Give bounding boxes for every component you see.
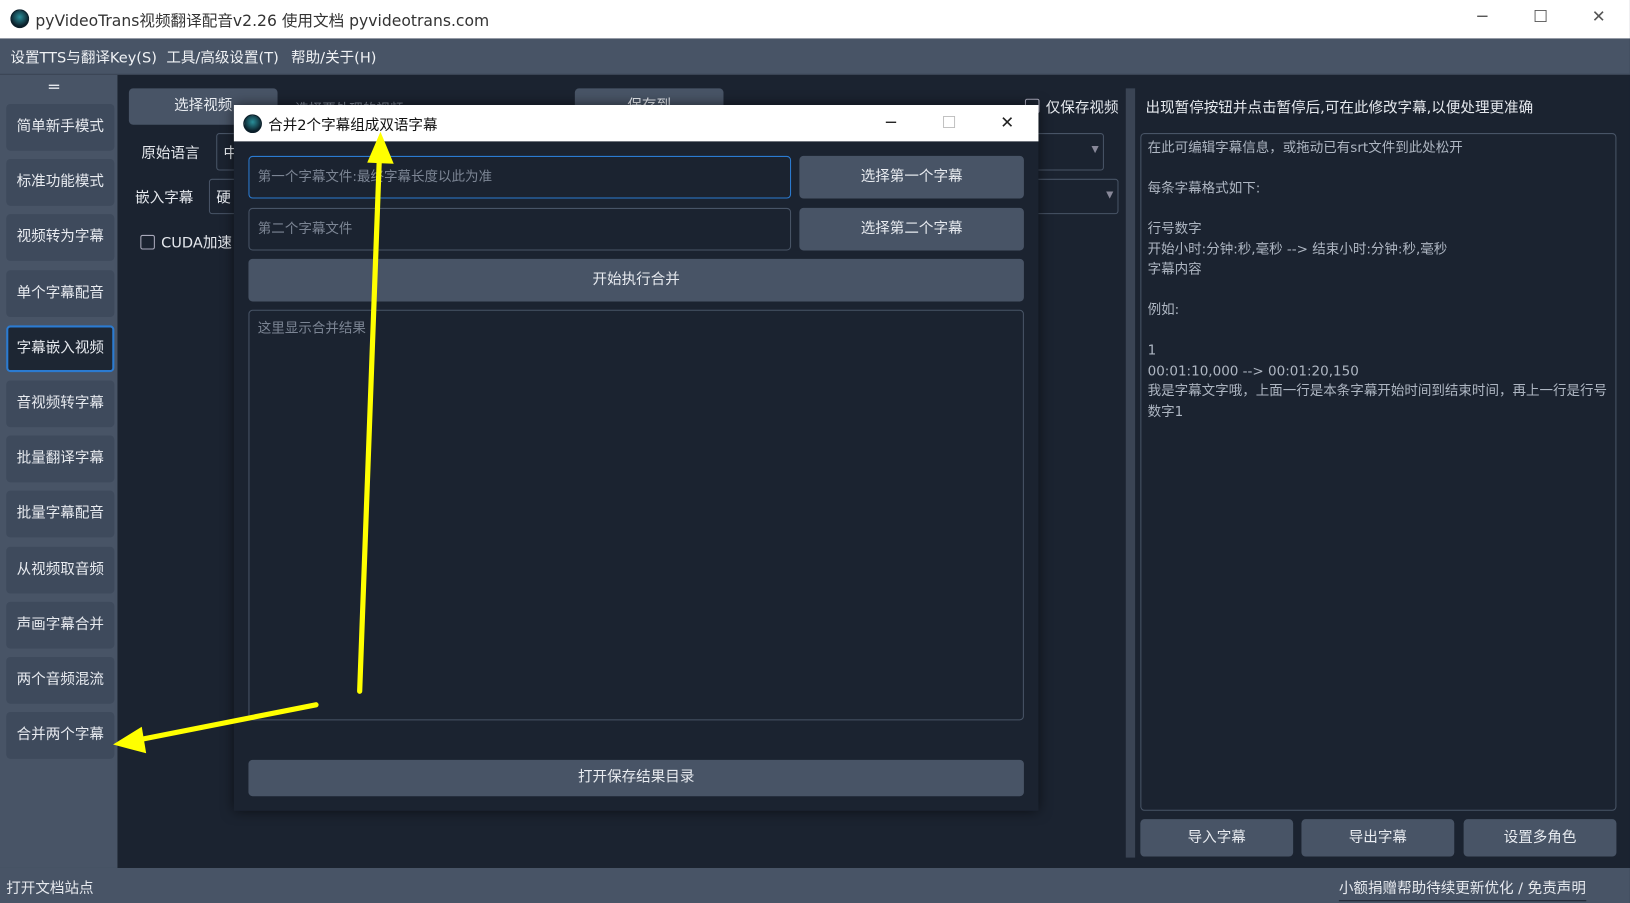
arrowhead-icon [367,131,394,164]
arrow-to-dialog-title [357,153,383,694]
arrowhead-icon [113,726,147,754]
annotation-arrows [113,131,394,754]
arrow-to-merge-subtitles [134,702,319,743]
